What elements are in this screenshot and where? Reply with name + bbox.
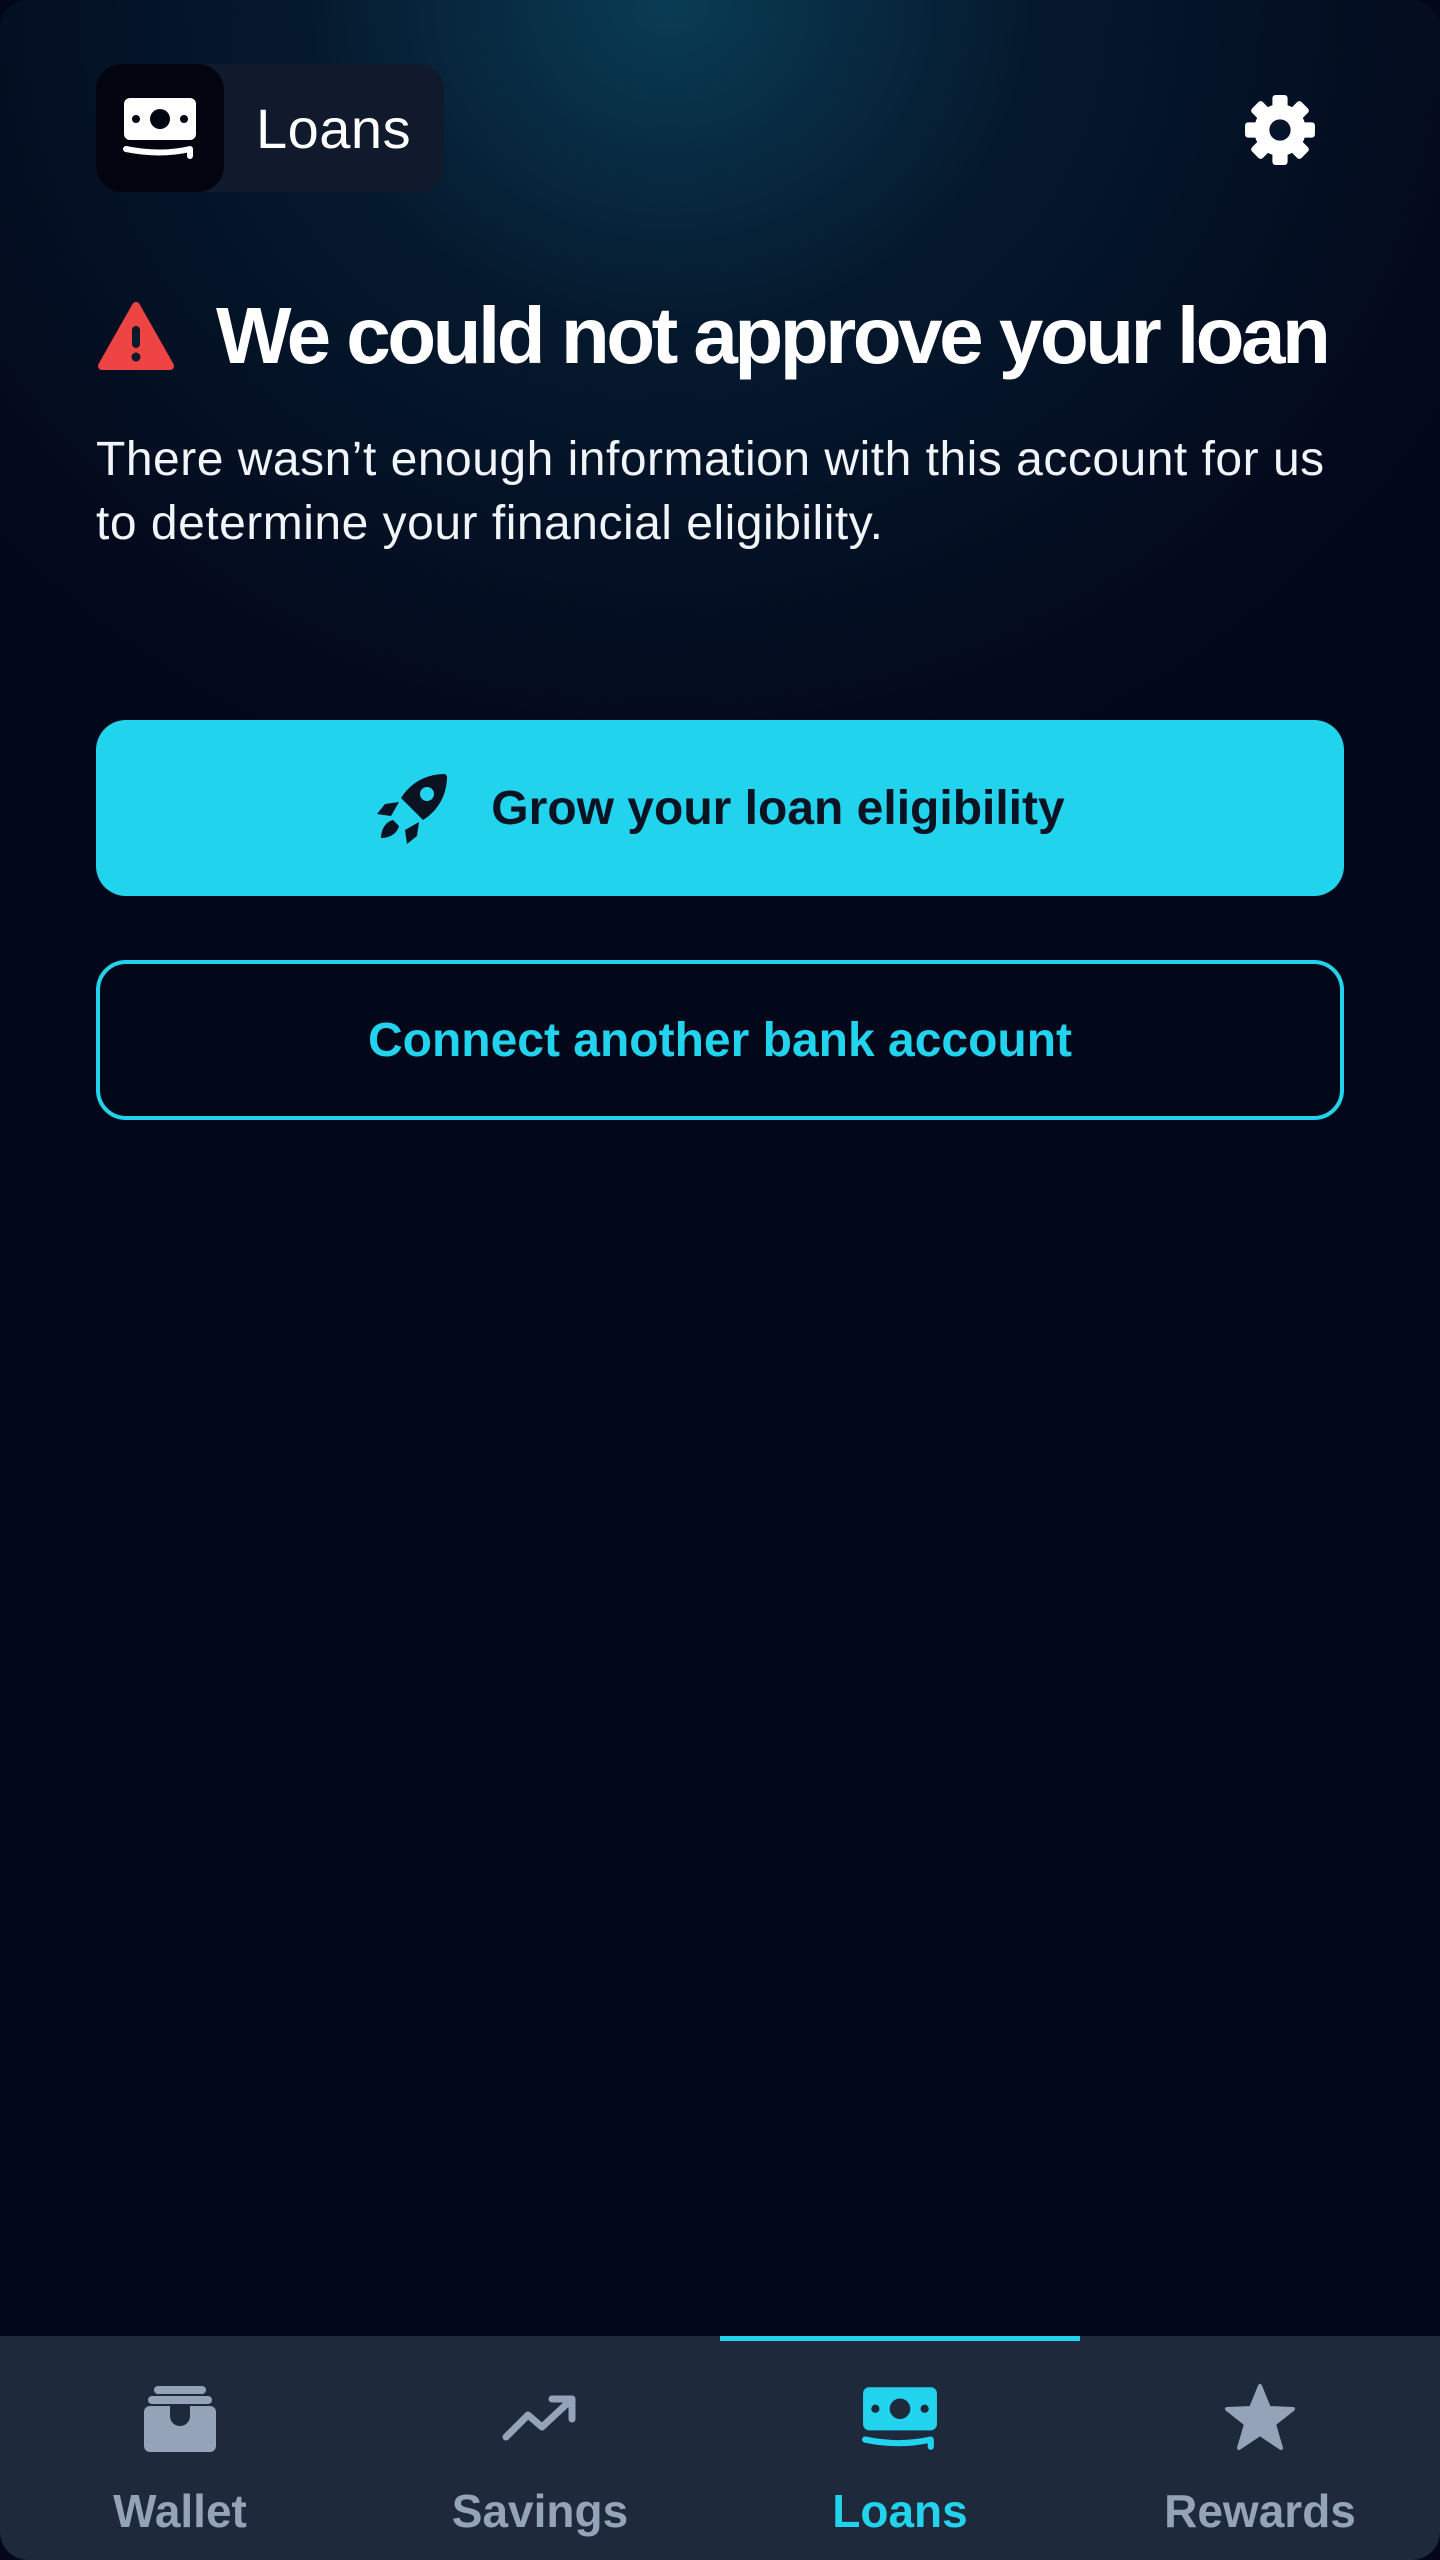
loans-screen: Loans We could not approve your loan The… xyxy=(0,0,1440,2560)
app-icon-container xyxy=(96,64,224,192)
rejection-headline: We could not approve your loan xyxy=(96,290,1331,382)
grow-eligibility-label: Grow your loan eligibility xyxy=(491,781,1065,835)
nav-label-loans: Loans xyxy=(832,2485,968,2537)
nav-item-wallet[interactable]: Wallet xyxy=(0,2336,360,2560)
money-bill-icon xyxy=(856,2374,944,2462)
app-header-pill: Loans xyxy=(96,64,444,192)
nav-item-loans[interactable]: Loans xyxy=(720,2336,1080,2560)
connect-bank-button[interactable]: Connect another bank account xyxy=(96,960,1344,1120)
warning-triangle-icon xyxy=(98,302,174,370)
rocket-icon xyxy=(377,774,448,844)
trending-up-icon xyxy=(496,2374,584,2462)
money-bill-icon xyxy=(123,98,196,159)
nav-label-rewards: Rewards xyxy=(1164,2485,1356,2537)
nav-label-wallet: Wallet xyxy=(113,2485,247,2537)
nav-label-savings: Savings xyxy=(451,2485,629,2537)
settings-button[interactable] xyxy=(1236,86,1324,174)
wallet-icon xyxy=(136,2374,224,2462)
active-tab-indicator xyxy=(720,2336,1080,2341)
gear-icon xyxy=(1245,95,1315,165)
app-title: Loans xyxy=(256,96,412,160)
star-icon xyxy=(1216,2374,1304,2462)
connect-bank-label: Connect another bank account xyxy=(367,1013,1073,1067)
nav-item-savings[interactable]: Savings xyxy=(360,2336,720,2560)
grow-eligibility-button[interactable]: Grow your loan eligibility xyxy=(96,720,1344,896)
page-title: We could not approve your loan xyxy=(216,291,1331,380)
bottom-navigation: Wallet Savings Loans Rewards xyxy=(0,2336,1440,2560)
rejection-message: There wasn’t enough information with thi… xyxy=(96,433,1325,550)
nav-item-rewards[interactable]: Rewards xyxy=(1080,2336,1440,2560)
